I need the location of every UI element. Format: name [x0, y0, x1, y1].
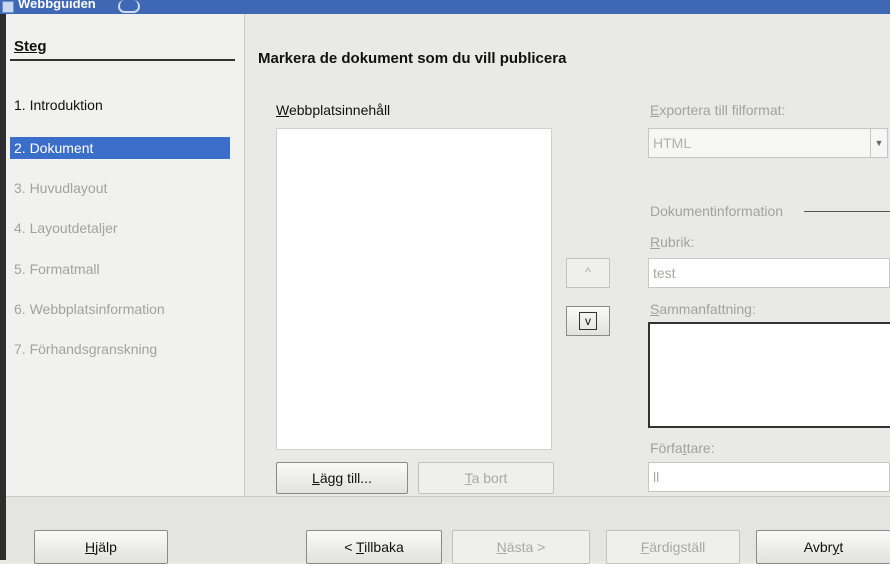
window-menu-icon[interactable]: [118, 0, 140, 13]
document-info-divider: [804, 211, 890, 212]
step-site-information: 6. Webbplatsinformation: [14, 301, 165, 317]
add-document-button[interactable]: Lägg till...: [276, 462, 408, 494]
cancel-button[interactable]: Avbryt: [756, 530, 890, 564]
remove-document-button: Ta bort: [418, 462, 554, 494]
title-field[interactable]: test: [648, 258, 890, 288]
move-down-button[interactable]: v: [566, 306, 610, 336]
title-label: Rubrik:: [650, 234, 695, 250]
move-up-button: ^: [566, 258, 610, 288]
document-info-heading: Dokumentinformation: [650, 203, 784, 219]
step-layout-details: 4. Layoutdetaljer: [14, 220, 118, 236]
chevron-down-icon: ▼: [870, 129, 887, 157]
steps-heading-divider: [10, 59, 235, 61]
site-content-list[interactable]: [276, 128, 552, 450]
step-introduction[interactable]: 1. Introduktion: [10, 94, 230, 116]
summary-label: Sammanfattning:: [650, 301, 756, 317]
steps-sidebar: [6, 14, 245, 496]
summary-textarea[interactable]: [648, 322, 890, 428]
export-format-value: HTML: [653, 135, 692, 151]
move-up-icon: ^: [585, 265, 591, 279]
author-field[interactable]: ll: [648, 462, 890, 492]
step-style: 5. Formatmall: [14, 261, 100, 277]
finish-button: Färdigställ: [606, 530, 740, 564]
export-format-label: Exportera till filformat:: [650, 102, 786, 118]
next-button: Nästa >: [452, 530, 590, 564]
author-label: Författare:: [650, 440, 715, 456]
window-title: Webbguiden: [18, 0, 96, 11]
step-main-layout: 3. Huvudlayout: [14, 180, 108, 196]
app-icon: [2, 1, 14, 13]
help-button[interactable]: Hjälp: [34, 530, 168, 564]
back-button[interactable]: < Tillbaka: [306, 530, 442, 564]
step-document[interactable]: 2. Dokument: [10, 137, 230, 159]
step-preview: 7. Förhandsgranskning: [14, 341, 158, 357]
site-content-label: Webbplatsinnehåll: [276, 102, 391, 118]
page-title: Markera de dokument som du vill publicer…: [258, 50, 567, 67]
steps-heading: Steg: [14, 38, 47, 55]
move-down-icon: v: [579, 312, 597, 330]
title-bar: Webbguiden: [0, 0, 890, 14]
export-format-select: HTML ▼: [648, 128, 888, 158]
